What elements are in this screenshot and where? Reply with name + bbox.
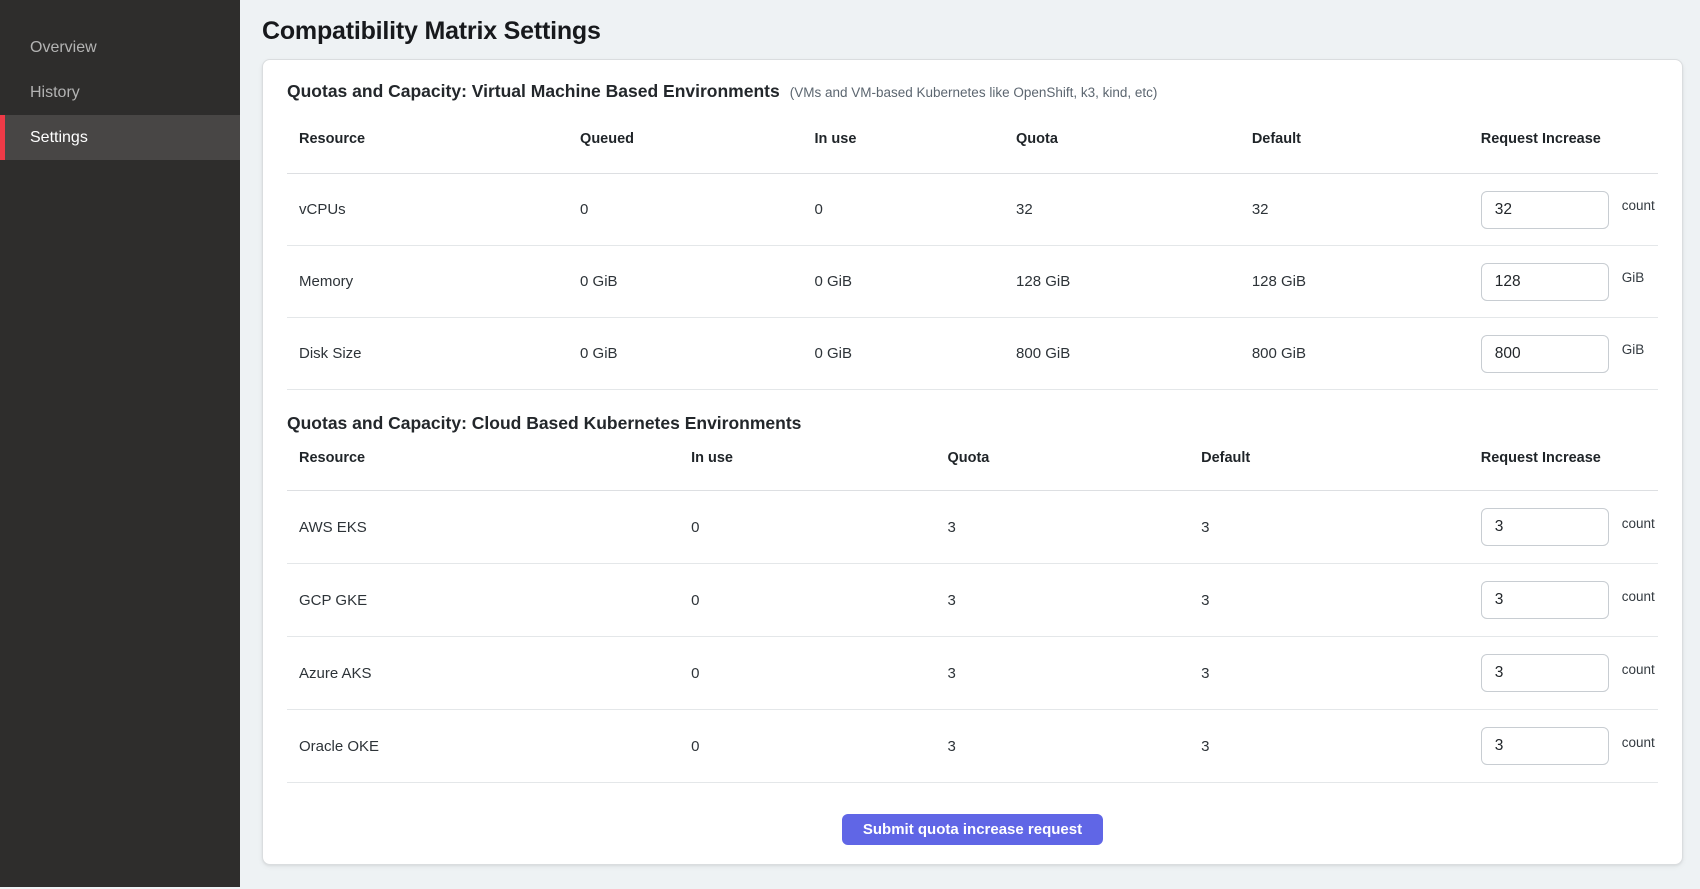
cloud-section-title: Quotas and Capacity: Cloud Based Kuberne… — [287, 413, 801, 434]
in-use-value: 0 — [679, 491, 935, 564]
vm-quota-table: ResourceQueuedIn useQuotaDefaultRequest … — [287, 102, 1658, 390]
quota-value: 3 — [935, 637, 1189, 710]
main-content: Compatibility Matrix Settings Quotas and… — [240, 0, 1700, 889]
request-increase-input[interactable] — [1481, 335, 1609, 373]
unit-label: count — [1622, 662, 1655, 677]
default-value: 128 GiB — [1240, 246, 1469, 318]
request-increase-cell: count — [1469, 564, 1658, 637]
table-row: vCPUs003232count — [287, 174, 1658, 246]
quota-value: 3 — [935, 710, 1189, 783]
submit-quota-increase-button[interactable]: Submit quota increase request — [842, 814, 1103, 845]
settings-card: Quotas and Capacity: Virtual Machine Bas… — [262, 59, 1683, 865]
table-row: Azure AKS033count — [287, 637, 1658, 710]
in-use-value: 0 — [802, 174, 1004, 246]
request-increase-cell: count — [1469, 710, 1658, 783]
in-use-value: 0 GiB — [802, 246, 1004, 318]
quota-value: 128 GiB — [1004, 246, 1240, 318]
request-increase-cell: GiB — [1469, 318, 1658, 390]
quota-value: 3 — [935, 491, 1189, 564]
resource-name: Azure AKS — [287, 637, 679, 710]
column-header-quota: Quota — [1004, 102, 1240, 174]
sidebar-item-history[interactable]: History — [0, 70, 240, 115]
request-increase-input[interactable] — [1481, 727, 1609, 765]
table-row: GCP GKE033count — [287, 564, 1658, 637]
quota-value: 800 GiB — [1004, 318, 1240, 390]
column-header-default: Default — [1240, 102, 1469, 174]
unit-label: GiB — [1622, 270, 1645, 285]
request-increase-input[interactable] — [1481, 263, 1609, 301]
default-value: 32 — [1240, 174, 1469, 246]
cloud-quota-table: ResourceIn useQuotaDefaultRequest Increa… — [287, 434, 1658, 783]
column-header-queued: Queued — [568, 102, 802, 174]
unit-label: GiB — [1622, 342, 1645, 357]
request-increase-cell: count — [1469, 174, 1658, 246]
unit-label: count — [1622, 198, 1655, 213]
queued-value: 0 — [568, 174, 802, 246]
resource-name: GCP GKE — [287, 564, 679, 637]
resource-name: Memory — [287, 246, 568, 318]
column-header-request-increase: Request Increase — [1469, 434, 1658, 491]
vm-section-title: Quotas and Capacity: Virtual Machine Bas… — [287, 81, 780, 102]
default-value: 3 — [1189, 564, 1469, 637]
resource-name: AWS EKS — [287, 491, 679, 564]
in-use-value: 0 GiB — [802, 318, 1004, 390]
column-header-resource: Resource — [287, 434, 679, 491]
button-row: Submit quota increase request — [287, 783, 1658, 850]
resource-name: vCPUs — [287, 174, 568, 246]
default-value: 3 — [1189, 491, 1469, 564]
unit-label: count — [1622, 589, 1655, 604]
default-value: 3 — [1189, 710, 1469, 783]
in-use-value: 0 — [679, 710, 935, 783]
request-increase-cell: count — [1469, 491, 1658, 564]
queued-value: 0 GiB — [568, 318, 802, 390]
column-header-in-use: In use — [679, 434, 935, 491]
unit-label: count — [1622, 516, 1655, 531]
table-row: Memory0 GiB0 GiB128 GiB128 GiBGiB — [287, 246, 1658, 318]
resource-name: Disk Size — [287, 318, 568, 390]
request-increase-cell: GiB — [1469, 246, 1658, 318]
unit-label: count — [1622, 735, 1655, 750]
request-increase-input[interactable] — [1481, 508, 1609, 546]
default-value: 3 — [1189, 637, 1469, 710]
quota-value: 32 — [1004, 174, 1240, 246]
column-header-in-use: In use — [802, 102, 1004, 174]
request-increase-input[interactable] — [1481, 191, 1609, 229]
vm-section-subtitle: (VMs and VM-based Kubernetes like OpenSh… — [790, 85, 1158, 100]
column-header-default: Default — [1189, 434, 1469, 491]
table-row: Disk Size0 GiB0 GiB800 GiB800 GiBGiB — [287, 318, 1658, 390]
sidebar-item-settings[interactable]: Settings — [0, 115, 240, 160]
vm-section-header: Quotas and Capacity: Virtual Machine Bas… — [287, 81, 1658, 102]
sidebar: OverviewHistorySettings — [0, 0, 240, 887]
table-row: Oracle OKE033count — [287, 710, 1658, 783]
queued-value: 0 GiB — [568, 246, 802, 318]
table-row: AWS EKS033count — [287, 491, 1658, 564]
column-header-request-increase: Request Increase — [1469, 102, 1658, 174]
resource-name: Oracle OKE — [287, 710, 679, 783]
quota-value: 3 — [935, 564, 1189, 637]
request-increase-input[interactable] — [1481, 581, 1609, 619]
default-value: 800 GiB — [1240, 318, 1469, 390]
column-header-quota: Quota — [935, 434, 1189, 491]
cloud-section-header: Quotas and Capacity: Cloud Based Kuberne… — [287, 413, 1658, 434]
request-increase-input[interactable] — [1481, 654, 1609, 692]
column-header-resource: Resource — [287, 102, 568, 174]
request-increase-cell: count — [1469, 637, 1658, 710]
in-use-value: 0 — [679, 637, 935, 710]
sidebar-item-overview[interactable]: Overview — [0, 25, 240, 70]
page-title: Compatibility Matrix Settings — [262, 17, 1700, 46]
in-use-value: 0 — [679, 564, 935, 637]
